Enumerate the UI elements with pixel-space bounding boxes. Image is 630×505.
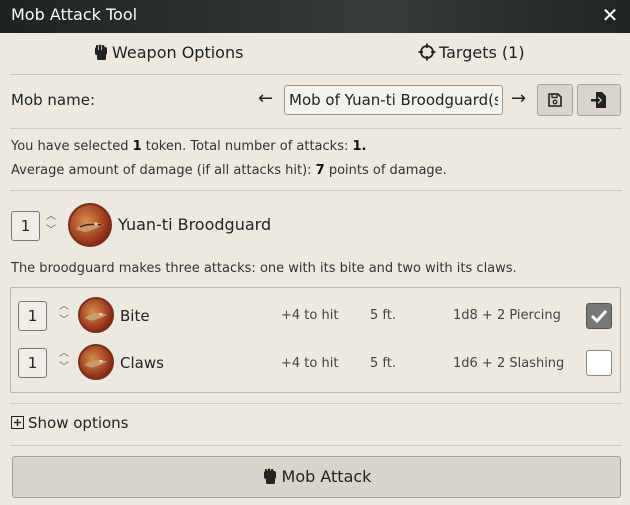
show-options-toggle[interactable]: Show options [11, 414, 129, 432]
tab-weapon-options-label: Weapon Options [112, 43, 244, 62]
attack-count: 1. [352, 139, 367, 154]
attack-name: Claws [120, 354, 164, 372]
monster-quantity-input[interactable]: 1 [11, 211, 40, 241]
chevron-down-icon[interactable]: ﹀ [44, 224, 58, 238]
checkmark-icon [590, 309, 608, 324]
arrow-right-icon[interactable]: → [511, 88, 526, 109]
chevron-down-icon[interactable]: ﹀ [57, 361, 71, 375]
monster-name: Yuan-ti Broodguard [118, 215, 272, 234]
fist-icon [263, 468, 276, 484]
show-options-label: Show options [28, 414, 129, 432]
mob-attack-button[interactable]: Mob Attack [12, 456, 621, 498]
attack-avatar [78, 297, 114, 333]
title-bar[interactable]: Mob Attack Tool ✕ [0, 0, 630, 33]
monster-avatar[interactable] [68, 203, 112, 247]
attack-checkbox[interactable] [586, 303, 612, 329]
attack-name: Bite [120, 307, 150, 325]
fist-icon [95, 44, 107, 60]
chevron-up-icon[interactable]: ︿ [57, 347, 71, 361]
attack-to-hit: +4 to hit [281, 356, 339, 371]
mob-name-row: Mob name: ← → [0, 76, 630, 128]
attack-list: 1 ︿ ﹀ Bite +4 to hit 5 ft. 1d8 + 2 Pierc… [10, 287, 621, 393]
mob-name-input[interactable] [284, 85, 503, 115]
monster-quantity-stepper[interactable]: ︿ ﹀ [44, 210, 58, 240]
mob-attack-window: Mob Attack Tool ✕ Weapon Options Targets [0, 0, 630, 505]
divider [10, 445, 622, 446]
attack-reach: 5 ft. [370, 356, 396, 371]
monster-description: The broodguard makes three attacks: one … [11, 261, 517, 276]
tab-targets-label: Targets (1) [439, 43, 525, 62]
attack-damage: 1d8 + 2 Piercing [453, 308, 561, 323]
crosshair-icon [418, 43, 436, 61]
attack-reach: 5 ft. [370, 308, 396, 323]
save-mob-button[interactable] [537, 84, 573, 116]
tab-bar: Weapon Options Targets (1) [10, 33, 622, 75]
mob-attack-label: Mob Attack [281, 467, 372, 486]
mob-name-label: Mob name: [11, 91, 96, 109]
yuan-ti-portrait-icon [84, 359, 108, 368]
tab-targets[interactable]: Targets (1) [418, 33, 525, 73]
tab-weapon-options[interactable]: Weapon Options [93, 33, 243, 73]
attack-quantity-input[interactable]: 1 [18, 348, 47, 378]
attack-quantity-input[interactable]: 1 [18, 301, 47, 331]
attack-checkbox[interactable] [586, 350, 612, 376]
divider [10, 128, 622, 129]
attack-to-hit: +4 to hit [281, 308, 339, 323]
chevron-down-icon[interactable]: ﹀ [57, 314, 71, 328]
divider [10, 190, 622, 191]
yuan-ti-portrait-icon [76, 222, 104, 232]
damage-summary: Average amount of damage (if all attacks… [11, 163, 447, 178]
attack-quantity-stepper[interactable]: ︿ ﹀ [57, 300, 71, 330]
arrow-left-icon[interactable]: ← [258, 88, 273, 109]
window-title: Mob Attack Tool [11, 5, 138, 24]
attack-quantity-stepper[interactable]: ︿ ﹀ [57, 347, 71, 377]
yuan-ti-portrait-icon [84, 312, 108, 321]
file-import-icon [591, 92, 606, 108]
chevron-up-icon[interactable]: ︿ [44, 210, 58, 224]
close-icon[interactable]: ✕ [598, 1, 622, 29]
attack-avatar [78, 344, 114, 380]
save-icon [548, 93, 562, 107]
plus-square-icon [11, 416, 24, 429]
load-mob-button[interactable] [577, 84, 621, 116]
attack-damage: 1d6 + 2 Slashing [453, 356, 565, 371]
divider [10, 403, 622, 404]
selection-summary: You have selected 1 token. Total number … [11, 139, 367, 154]
chevron-up-icon[interactable]: ︿ [57, 300, 71, 314]
average-damage: 7 [315, 163, 325, 178]
token-count: 1 [132, 139, 142, 154]
